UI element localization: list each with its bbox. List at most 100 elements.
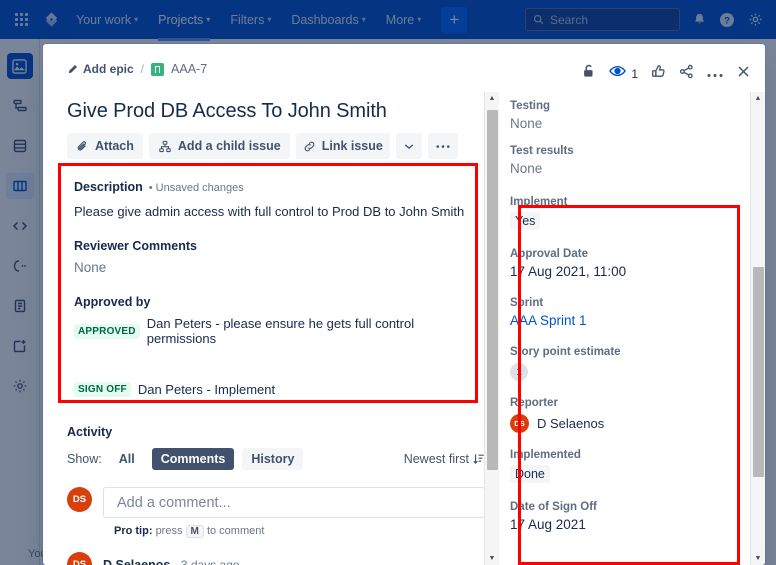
field-value[interactable]: AAA Sprint 1 [510, 313, 587, 328]
add-child-issue-label: Add a child issue [177, 139, 281, 153]
field-value[interactable]: None [510, 161, 736, 176]
reviewer-comments-value[interactable]: None [74, 260, 485, 275]
scroll-up-arrow[interactable]: ▲ [755, 92, 762, 105]
attach-label: Attach [95, 139, 134, 153]
pro-tip-suffix: to comment [206, 525, 265, 537]
issue-actions-row[interactable]: Attach Add a child issue Link issue [67, 133, 485, 159]
story-icon [151, 62, 165, 76]
issue-details-panel: Testing None Test results None Implement… [499, 92, 765, 565]
close-icon[interactable] [736, 64, 751, 84]
field-value[interactable]: 17 Aug 2021, 11:00 [510, 264, 736, 279]
activity-label: Activity [67, 425, 113, 439]
field-label: Sprint [510, 297, 544, 309]
modal-header: Add epic / AAA-7 1 [43, 44, 765, 92]
issue-more-actions-button[interactable] [427, 133, 458, 159]
tab-history[interactable]: History [242, 448, 304, 470]
add-epic-label: Add epic [83, 62, 134, 76]
breadcrumb[interactable]: Add epic / AAA-7 [67, 62, 207, 76]
modal-body: Give Prod DB Access To John Smith Attach… [43, 92, 765, 565]
signoff-entry: SIGN OFF Dan Peters - Implement [74, 382, 485, 397]
link-issue-label: Link issue [321, 139, 383, 153]
description-label: Description [74, 180, 143, 194]
field-value[interactable]: 17 Aug 2021 [510, 517, 736, 532]
issue-key[interactable]: AAA-7 [171, 62, 207, 76]
scrollbar-details-panel[interactable]: ▲ ▼ [750, 92, 765, 565]
pro-tip: Pro tip: press M to comment [114, 525, 485, 538]
field-label: Date of Sign Off [510, 501, 597, 513]
pro-tip-mid: press [155, 525, 183, 537]
scroll-down-arrow[interactable]: ▼ [755, 552, 762, 565]
link-issue-dropdown[interactable] [395, 133, 422, 159]
field-value[interactable]: 1 [510, 363, 528, 381]
reviewer-comments-label: Reviewer Comments [74, 239, 197, 253]
field-story-point-estimate: Story point estimate 1 [510, 346, 736, 381]
field-value[interactable]: Yes [510, 212, 541, 230]
field-label: Implement [510, 196, 568, 208]
scrollbar-thumb[interactable] [487, 110, 498, 470]
thumbs-up-icon[interactable] [651, 64, 666, 84]
field-test-results: Test results None [510, 145, 736, 176]
chevron-down-icon [404, 143, 414, 149]
field-date-of-sign-off: Date of Sign Off 17 Aug 2021 [510, 501, 736, 532]
status-badge: APPROVED [74, 323, 140, 339]
link-issue-button[interactable]: Link issue [295, 133, 390, 159]
unsaved-changes-status: • Unsaved changes [148, 182, 244, 194]
status-badge: SIGN OFF [74, 382, 131, 397]
add-epic-button[interactable]: Add epic [67, 62, 134, 76]
sort-order-button[interactable]: Newest first [404, 452, 485, 466]
scrollbar-thumb[interactable] [753, 267, 764, 477]
issue-main-column: Give Prod DB Access To John Smith Attach… [43, 92, 499, 565]
field-implemented: Implemented Done [510, 449, 736, 483]
breadcrumb-separator: / [140, 62, 145, 76]
more-actions-icon[interactable] [707, 65, 723, 83]
show-label: Show: [67, 452, 102, 466]
tab-all[interactable]: All [110, 448, 144, 470]
field-value: D Selaenos [537, 416, 605, 431]
avatar: DS [67, 487, 92, 512]
issue-fields-list: Testing None Test results None Implement… [500, 92, 750, 565]
field-label: Reporter [510, 397, 558, 409]
field-value[interactable]: Done [510, 465, 550, 483]
add-comment-row[interactable]: DS Add a comment... [67, 487, 485, 518]
avatar: DS [67, 552, 92, 565]
pro-tip-key: M [185, 525, 204, 538]
paperclip-icon [77, 140, 86, 151]
signoff-text: Dan Peters - Implement [137, 382, 276, 397]
description-text[interactable]: Please give admin access with full contr… [74, 204, 485, 219]
description-section: Description • Unsaved changes Please giv… [67, 171, 485, 403]
watch-eye-icon[interactable] [609, 64, 627, 83]
reviewer-comments-section: Reviewer Comments None [74, 239, 485, 275]
activity-section: Activity Show: All Comments History Newe… [67, 425, 485, 565]
attach-button[interactable]: Attach [67, 133, 143, 159]
unlock-icon[interactable] [581, 63, 596, 84]
description-header: Description • Unsaved changes [74, 180, 485, 194]
pro-tip-prefix: Pro tip: [114, 525, 153, 537]
comment-author[interactable]: D Selaenos [103, 558, 170, 565]
field-value[interactable]: None [510, 116, 736, 131]
pencil-icon [68, 64, 77, 73]
modal-header-actions[interactable]: 1 [581, 62, 751, 84]
page-title[interactable]: Give Prod DB Access To John Smith [67, 100, 485, 123]
link-icon [304, 141, 315, 151]
approved-by-label: Approved by [74, 295, 151, 309]
share-icon[interactable] [679, 64, 694, 84]
approved-by-section: Approved by APPROVED Dan Peters - please… [74, 295, 485, 397]
tab-comments[interactable]: Comments [151, 448, 235, 470]
activity-filter-row[interactable]: Show: All Comments History Newest first [67, 448, 485, 470]
issue-detail-modal: Add epic / AAA-7 1 Give Prod DB Access T… [43, 44, 765, 565]
scroll-up-arrow[interactable]: ▲ [489, 92, 496, 105]
reporter-person[interactable]: DS D Selaenos [510, 414, 736, 433]
list-item[interactable]: DS D Selaenos 3 days ago [67, 552, 485, 565]
field-approval-date: Approval Date 17 Aug 2021, 11:00 [510, 248, 736, 279]
avatar: DS [510, 414, 529, 433]
child-issue-icon [159, 140, 171, 152]
comment-input[interactable]: Add a comment... [103, 487, 485, 518]
field-label: Approval Date [510, 248, 588, 260]
field-label: Implemented [510, 449, 581, 461]
scrollbar-main[interactable]: ▲ ▼ [484, 92, 499, 565]
add-child-issue-button[interactable]: Add a child issue [148, 133, 290, 159]
comment-time: 3 days ago [180, 557, 240, 565]
scroll-down-arrow[interactable]: ▼ [489, 552, 496, 565]
field-sprint: Sprint AAA Sprint 1 [510, 297, 736, 330]
sort-order-label: Newest first [403, 452, 469, 466]
